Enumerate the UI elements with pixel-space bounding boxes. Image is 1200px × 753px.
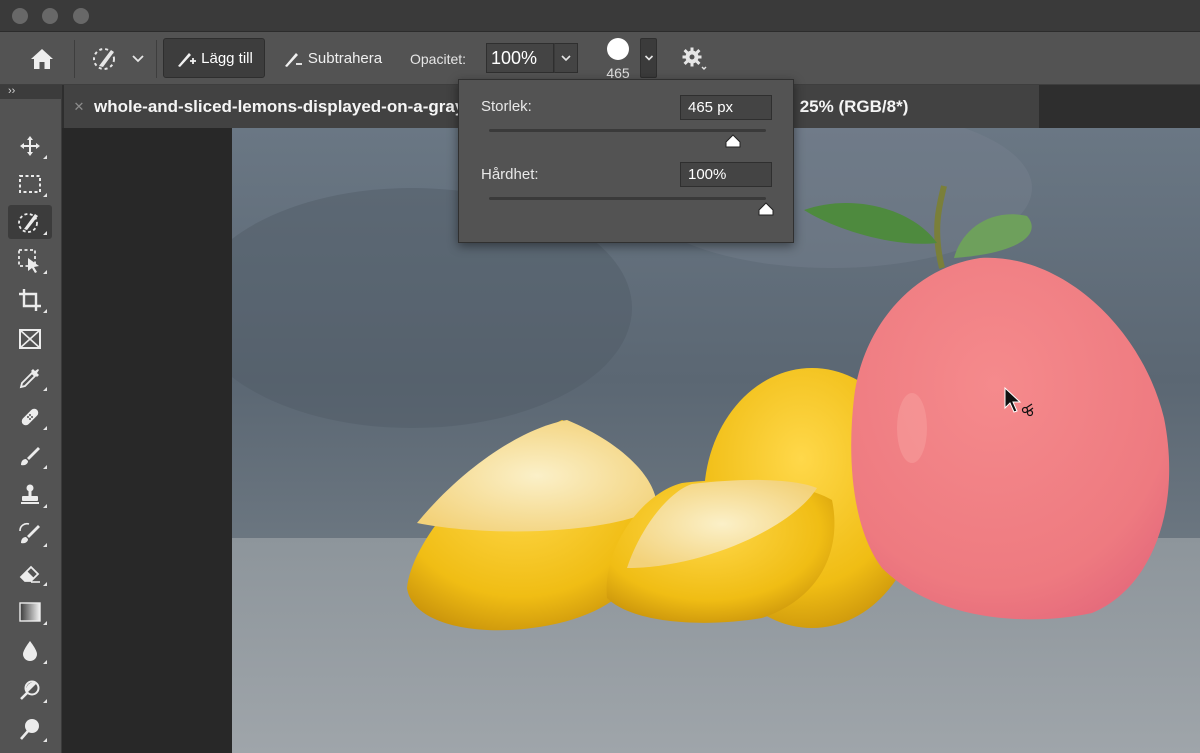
tools-panel	[0, 99, 62, 753]
add-to-selection-button[interactable]: Lägg till	[163, 38, 265, 78]
healing-brush-tool[interactable]	[8, 400, 52, 434]
brush-settings-popover: Storlek: 465 px Hårdhet: 100%	[458, 79, 794, 243]
size-input[interactable]: 465 px	[680, 95, 772, 120]
bandage-icon	[21, 408, 39, 426]
brush-plus-icon	[178, 53, 197, 67]
frame-icon	[19, 329, 41, 349]
cursor-pointer-icon	[1004, 386, 1034, 417]
brush-tool[interactable]	[8, 439, 52, 473]
opacity-input[interactable]: 100%	[486, 43, 554, 73]
window-maximize-button[interactable]	[73, 8, 89, 24]
pen-tool[interactable]	[8, 712, 52, 746]
hardness-slider[interactable]	[489, 197, 766, 200]
history-brush-tool[interactable]	[8, 517, 52, 551]
history-brush-icon	[19, 522, 40, 544]
marquee-tool[interactable]	[8, 167, 52, 201]
subtract-label: Subtrahera	[307, 49, 383, 67]
subtract-from-selection-button[interactable]: Subtrahera	[273, 38, 391, 78]
size-slider[interactable]	[489, 129, 766, 132]
object-selection-icon	[18, 249, 39, 273]
window-minimize-button[interactable]	[42, 8, 58, 24]
tool-preset-picker[interactable]	[86, 42, 150, 76]
home-button[interactable]	[22, 42, 62, 76]
brush-tip-icon	[607, 38, 629, 60]
rectangle-marquee-icon	[19, 175, 41, 193]
gradient-icon	[19, 602, 41, 622]
pen-icon	[20, 719, 39, 740]
hardness-label: Hårdhet:	[481, 166, 539, 183]
drop-icon	[23, 641, 37, 661]
window-close-button[interactable]	[12, 8, 28, 24]
blur-tool[interactable]	[8, 634, 52, 668]
move-icon	[20, 136, 40, 156]
opacity-label: Opacitet:	[410, 51, 467, 67]
brush-preview[interactable]: 465	[598, 37, 638, 83]
add-label: Lägg till	[201, 49, 253, 67]
brush-icon	[21, 447, 40, 466]
eyedropper-icon	[19, 369, 39, 389]
hardness-input[interactable]: 100%	[680, 162, 772, 187]
chevron-down-icon	[561, 55, 571, 62]
crop-tool[interactable]	[8, 283, 52, 317]
options-bar: Lägg till Subtrahera Opacitet: 100% 465	[0, 32, 1200, 85]
eraser-icon	[19, 565, 40, 583]
title-bar	[0, 0, 1200, 32]
chevron-down-icon	[132, 55, 144, 63]
quick-selection-icon	[18, 213, 38, 233]
crop-icon	[19, 289, 41, 311]
quick-selection-tool[interactable]	[8, 205, 52, 239]
clone-stamp-tool[interactable]	[8, 478, 52, 512]
move-tool[interactable]	[8, 129, 52, 163]
object-selection-tool[interactable]	[8, 244, 52, 278]
options-divider	[156, 40, 157, 78]
settings-button[interactable]	[678, 44, 710, 74]
chevron-down-icon	[644, 55, 653, 61]
brush-minus-icon	[284, 53, 302, 67]
dodge-tool[interactable]	[8, 673, 52, 707]
brush-picker-dropdown[interactable]	[640, 38, 657, 78]
size-slider-thumb[interactable]	[724, 134, 742, 148]
eraser-tool[interactable]	[8, 556, 52, 590]
close-icon[interactable]: ✕	[64, 99, 94, 115]
gear-icon	[682, 47, 707, 70]
home-icon	[31, 49, 53, 69]
stamp-icon	[21, 484, 39, 504]
eyedropper-tool[interactable]	[8, 361, 52, 395]
dodge-icon	[20, 680, 40, 700]
object-selection-brush-icon	[93, 48, 115, 70]
options-divider	[74, 40, 75, 78]
panel-collapse-toggle[interactable]: ››	[0, 85, 62, 99]
size-label: Storlek:	[481, 98, 532, 115]
frame-tool[interactable]	[8, 322, 52, 356]
opacity-dropdown-button[interactable]	[554, 43, 578, 73]
hardness-slider-thumb[interactable]	[757, 202, 775, 216]
gradient-tool[interactable]	[8, 595, 52, 629]
